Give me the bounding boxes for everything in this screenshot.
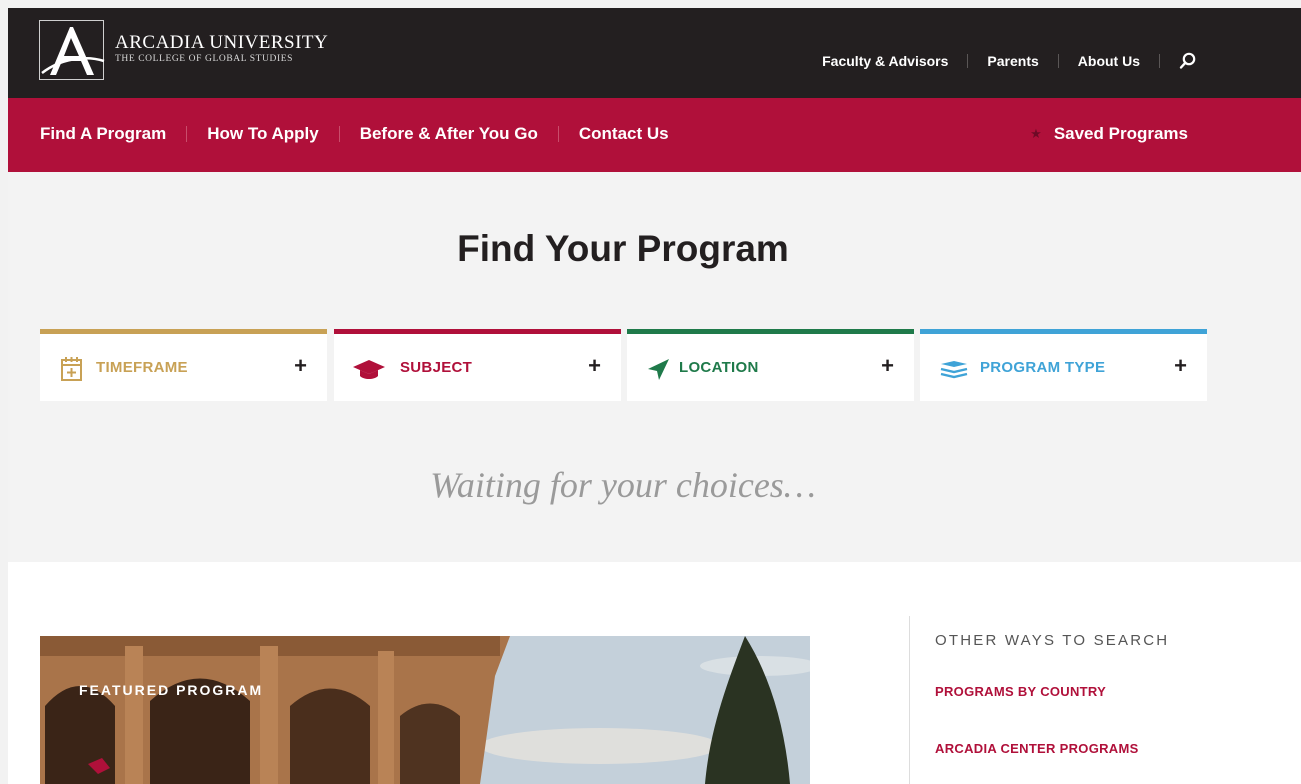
utility-nav: Faculty & Advisors Parents About Us <box>822 52 1197 70</box>
sidebar-title: OTHER WAYS TO SEARCH <box>935 632 1170 649</box>
page-title: Find Your Program <box>457 228 789 269</box>
window-frame-left <box>0 0 8 784</box>
expand-icon[interactable]: + <box>588 353 601 379</box>
arcadia-logo[interactable] <box>39 20 105 80</box>
other-ways-to-search: OTHER WAYS TO SEARCH PROGRAMS BY COUNTRY… <box>909 616 1209 784</box>
expand-icon[interactable]: + <box>1174 353 1187 379</box>
location-arrow-icon <box>645 356 673 382</box>
divider <box>557 126 559 142</box>
divider <box>967 54 969 68</box>
link-programs-by-country[interactable]: PROGRAMS BY COUNTRY <box>935 684 1106 699</box>
expand-icon[interactable]: + <box>881 353 894 379</box>
site-header: ARCADIA UNIVERSITY THE COLLEGE OF GLOBAL… <box>8 8 1301 98</box>
divider <box>1057 54 1059 68</box>
search-icon[interactable] <box>1179 52 1197 70</box>
filter-subject-label: SUBJECT <box>400 359 473 376</box>
main-nav: Find A Program How To Apply Before & Aft… <box>8 98 1301 172</box>
program-finder: Find Your Program TIMEFRAME + SUBJECT + <box>8 172 1301 562</box>
util-link-faculty-advisors[interactable]: Faculty & Advisors <box>822 53 948 69</box>
waiting-message: Waiting for your choices… <box>430 465 816 505</box>
saved-programs-link[interactable]: ★ Saved Programs <box>1030 124 1188 144</box>
nav-how-to-apply[interactable]: How To Apply <box>207 124 318 144</box>
divider <box>1159 54 1160 68</box>
link-arcadia-center-programs[interactable]: ARCADIA CENTER PROGRAMS <box>935 741 1139 756</box>
nav-before-after-you-go[interactable]: Before & After You Go <box>360 124 538 144</box>
filter-location[interactable]: LOCATION + <box>627 329 914 401</box>
divider <box>186 126 188 142</box>
window-frame-top <box>0 0 1301 8</box>
nav-contact-us[interactable]: Contact Us <box>579 124 669 144</box>
saved-programs-label: Saved Programs <box>1053 124 1188 143</box>
brand-name: ARCADIA UNIVERSITY <box>115 32 329 53</box>
filter-subject[interactable]: SUBJECT + <box>334 329 621 401</box>
star-icon: ★ <box>1030 126 1042 141</box>
filter-program-type[interactable]: PROGRAM TYPE + <box>920 329 1207 401</box>
graduation-cap-icon <box>352 356 385 382</box>
featured-program-image <box>40 636 810 784</box>
filter-timeframe-label: TIMEFRAME <box>96 359 188 376</box>
filter-location-label: LOCATION <box>679 359 759 376</box>
nav-find-a-program[interactable]: Find A Program <box>40 124 166 144</box>
util-link-parents[interactable]: Parents <box>987 53 1038 69</box>
brand-subtitle: THE COLLEGE OF GLOBAL STUDIES <box>115 54 294 64</box>
util-link-about-us[interactable]: About Us <box>1078 53 1140 69</box>
featured-program-card[interactable]: FEATURED PROGRAM <box>40 636 810 784</box>
filter-program-type-label: PROGRAM TYPE <box>980 359 1106 376</box>
calendar-icon <box>58 356 86 382</box>
divider <box>338 126 340 142</box>
expand-icon[interactable]: + <box>294 353 307 379</box>
featured-program-label: FEATURED PROGRAM <box>79 682 264 698</box>
layers-icon <box>938 356 968 382</box>
filter-timeframe[interactable]: TIMEFRAME + <box>40 329 327 401</box>
